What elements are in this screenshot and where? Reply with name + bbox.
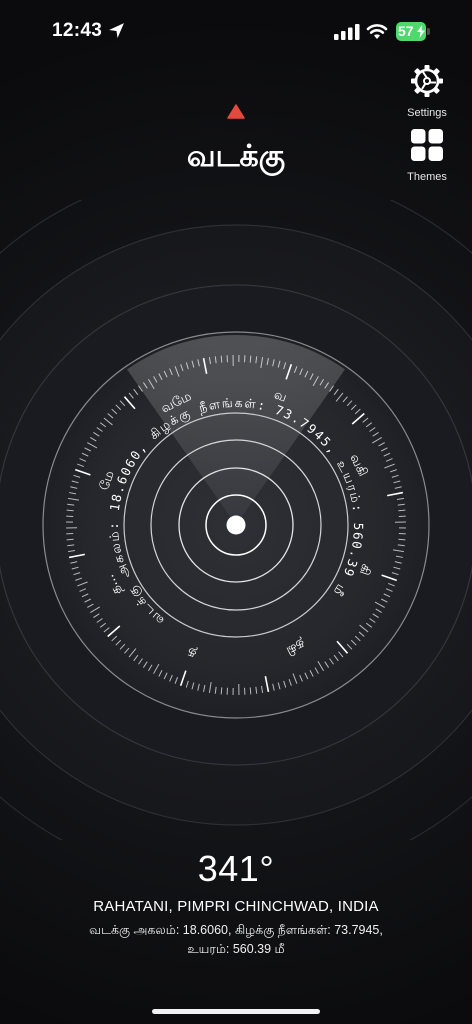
coords-line-1: வடக்கு அகலம்: 18.6060, கிழக்கு நீளங்கள்:… xyxy=(89,923,383,937)
home-indicator[interactable] xyxy=(152,1009,320,1014)
cellular-signal-icon xyxy=(334,24,360,40)
settings-button[interactable]: Settings xyxy=(396,64,458,119)
coords-line-2: உயரம்: 560.39 மீ xyxy=(187,942,285,956)
compass-dial[interactable]: வவகிகிதகிதத...மேவமே வடக்கு அகலம்: 18.606… xyxy=(0,200,472,840)
charging-bolt-icon xyxy=(417,25,425,38)
battery-cap xyxy=(427,28,430,35)
direction-word: வடக்கு xyxy=(186,140,286,173)
heading-degrees: 341° xyxy=(197,848,275,889)
status-time: 12:43 xyxy=(52,20,103,41)
gear-icon xyxy=(411,65,443,97)
coordinates-text: வடக்கு அகலம்: 18.6060, கிழக்கு நீளங்கள்:… xyxy=(0,921,472,959)
battery-indicator: 57 xyxy=(396,22,430,41)
battery-percent: 57 xyxy=(398,23,414,39)
location-panel: 341° RAHATANI, PIMPRI CHINCHWAD, INDIA வ… xyxy=(0,848,472,959)
status-bar: 12:43 57 xyxy=(0,0,472,62)
north-marker-icon xyxy=(227,104,245,119)
place-name: RAHATANI, PIMPRI CHINCHWAD, INDIA xyxy=(93,898,379,915)
settings-label: Settings xyxy=(407,107,447,119)
wifi-icon xyxy=(366,24,388,39)
center-dot xyxy=(226,515,246,535)
location-arrow-icon xyxy=(109,23,124,38)
